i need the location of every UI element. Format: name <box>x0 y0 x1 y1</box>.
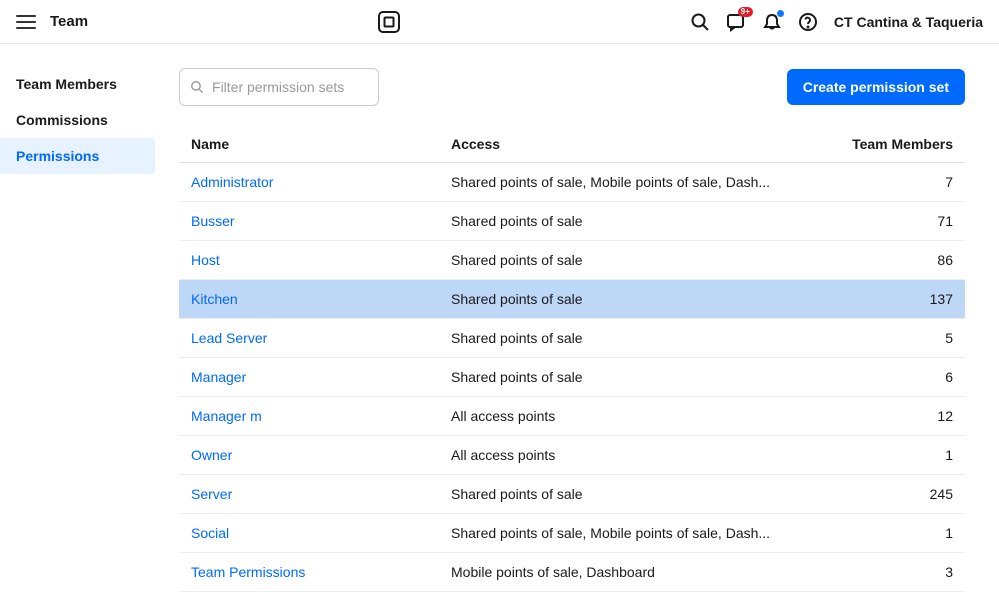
col-name[interactable]: Name <box>179 126 439 163</box>
menu-icon[interactable] <box>16 12 36 32</box>
table-row[interactable]: Social Shared points of sale, Mobile poin… <box>179 514 965 553</box>
col-members[interactable]: Team Members <box>825 126 965 163</box>
table-row[interactable]: Owner All access points1 <box>179 436 965 475</box>
filter-input[interactable] <box>212 79 368 95</box>
permission-link[interactable]: Host <box>191 252 220 268</box>
members-cell: 7 <box>825 163 965 202</box>
access-cell: Shared points of sale <box>439 280 825 319</box>
table-row[interactable]: Busser Shared points of sale71 <box>179 202 965 241</box>
access-cell: Shared points of sale <box>439 202 825 241</box>
access-cell: Shared points of sale, Mobile points of … <box>439 514 825 553</box>
table-row[interactable]: Server Shared points of sale245 <box>179 475 965 514</box>
notification-dot <box>777 10 784 17</box>
members-cell: 12 <box>825 397 965 436</box>
app-header: Team 9+ CT Cantina & Taqueria <box>0 0 999 44</box>
table-row[interactable]: Administrator Shared points of sale, Mobi… <box>179 163 965 202</box>
permission-link[interactable]: Manager <box>191 369 246 385</box>
bell-icon[interactable] <box>762 12 782 32</box>
access-cell: All access points <box>439 436 825 475</box>
permission-link[interactable]: Lead Server <box>191 330 267 346</box>
members-cell: 86 <box>825 241 965 280</box>
access-cell: Shared points of sale <box>439 241 825 280</box>
permissions-table: Name Access Team Members Administrator Sh… <box>179 126 965 592</box>
access-cell: Mobile points of sale, Dashboard <box>439 553 825 592</box>
members-cell: 1 <box>825 436 965 475</box>
table-row[interactable]: Team Permissions Mobile points of sale, D… <box>179 553 965 592</box>
table-row[interactable]: Manager Shared points of sale6 <box>179 358 965 397</box>
members-cell: 245 <box>825 475 965 514</box>
help-icon[interactable] <box>798 12 818 32</box>
access-cell: Shared points of sale, Mobile points of … <box>439 163 825 202</box>
sidebar-item-commissions[interactable]: Commissions <box>0 102 155 138</box>
create-permission-set-button[interactable]: Create permission set <box>787 69 965 105</box>
permission-link[interactable]: Manager m <box>191 408 262 424</box>
table-row[interactable]: Lead Server Shared points of sale5 <box>179 319 965 358</box>
page-title: Team <box>50 13 88 30</box>
members-cell: 137 <box>825 280 965 319</box>
permission-link[interactable]: Team Permissions <box>191 564 305 580</box>
sidebar-item-team-members[interactable]: Team Members <box>0 66 155 102</box>
permission-link[interactable]: Busser <box>191 213 235 229</box>
messages-badge: 9+ <box>738 7 753 17</box>
members-cell: 3 <box>825 553 965 592</box>
permission-link[interactable]: Social <box>191 525 229 541</box>
account-name[interactable]: CT Cantina & Taqueria <box>834 14 983 30</box>
access-cell: Shared points of sale <box>439 475 825 514</box>
access-cell: Shared points of sale <box>439 358 825 397</box>
search-icon[interactable] <box>690 12 710 32</box>
members-cell: 5 <box>825 319 965 358</box>
members-cell: 6 <box>825 358 965 397</box>
permission-link[interactable]: Kitchen <box>191 291 238 307</box>
messages-icon[interactable]: 9+ <box>726 12 746 32</box>
permission-link[interactable]: Administrator <box>191 174 273 190</box>
search-input-wrap[interactable] <box>179 68 379 106</box>
table-row[interactable]: Manager m All access points12 <box>179 397 965 436</box>
access-cell: Shared points of sale <box>439 319 825 358</box>
members-cell: 71 <box>825 202 965 241</box>
sidebar: Team MembersCommissionsPermissions <box>0 44 155 592</box>
sidebar-item-permissions[interactable]: Permissions <box>0 138 155 174</box>
members-cell: 1 <box>825 514 965 553</box>
col-access[interactable]: Access <box>439 126 825 163</box>
table-row[interactable]: Host Shared points of sale86 <box>179 241 965 280</box>
search-icon <box>190 79 204 95</box>
access-cell: All access points <box>439 397 825 436</box>
square-logo-icon[interactable] <box>378 11 400 33</box>
permission-link[interactable]: Server <box>191 486 232 502</box>
table-row[interactable]: Kitchen Shared points of sale137 <box>179 280 965 319</box>
permission-link[interactable]: Owner <box>191 447 232 463</box>
